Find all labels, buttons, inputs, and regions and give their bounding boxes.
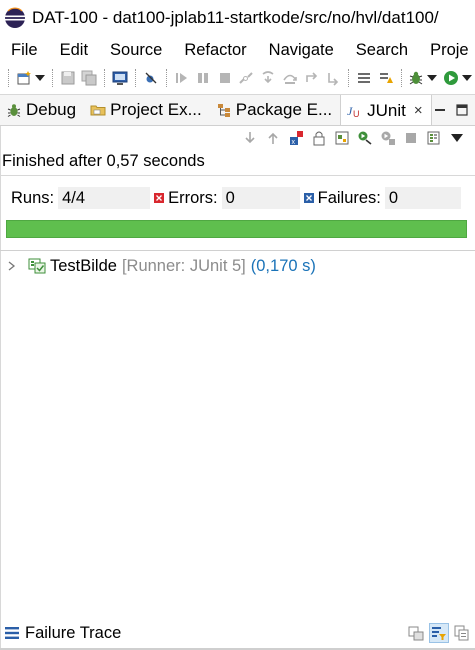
menu-refactor[interactable]: Refactor [173,41,257,60]
failure-trace-bar: Failure Trace [0,618,475,648]
main-toolbar [0,64,475,92]
toolbar-separator [134,69,136,87]
svg-text:x: x [292,139,296,146]
view-tab-strip: Debug Project Ex... Package E... JU JUni… [0,94,475,126]
errors-counter: Errors: 0 [154,187,300,209]
package-explorer-icon [216,102,232,118]
menu-source[interactable]: Source [99,41,173,60]
stop-test-run-icon[interactable] [401,128,421,148]
runs-label: Runs: [11,188,55,207]
failure-trace-label: Failure Trace [25,623,122,642]
toolbar-separator [165,69,167,87]
filter-stack-trace-icon[interactable] [429,623,449,643]
test-runner: [Runner: JUnit 5] [121,256,246,275]
failures-counter: Failures: 0 [303,187,461,209]
test-run-status: Finished after 0,57 seconds [2,152,205,170]
test-class-name: TestBilde [50,256,117,275]
menu-project[interactable]: Proje [419,41,475,60]
eclipse-logo-icon [5,7,25,28]
drop-to-frame-icon[interactable] [323,68,343,88]
resume-icon[interactable] [172,68,192,88]
suspend-icon[interactable] [193,68,213,88]
menu-file[interactable]: File [0,41,49,60]
junit-view-toolbar: x [0,127,475,149]
svg-text:U: U [353,109,360,119]
menu-search[interactable]: Search [345,41,419,60]
compare-results-icon[interactable] [406,623,426,643]
runs-value: 4/4 [58,187,151,209]
toolbar-separator [8,69,9,87]
test-counters: Runs: 4/4 Errors: 0 Failures: 0 [0,186,475,210]
menu-bar: File Edit Source Refactor Navigate Searc… [0,36,475,64]
terminate-icon[interactable] [215,68,235,88]
test-suite-ok-icon [28,258,46,274]
save-icon[interactable] [58,68,78,88]
previous-failure-icon[interactable] [263,128,283,148]
title-bar: DAT-100 - dat100-jplab11-startkode/src/n… [0,0,475,36]
close-icon[interactable]: × [414,102,423,119]
test-run-history-icon[interactable] [424,128,444,148]
show-failures-only-icon[interactable]: x [286,128,306,148]
minimize-icon[interactable] [432,100,450,120]
folder-icon [90,102,106,118]
scroll-lock-icon[interactable] [309,128,329,148]
maximize-icon[interactable] [453,100,471,120]
run-icon[interactable] [441,68,461,88]
step-filter-arrow-icon[interactable] [376,68,396,88]
rerun-test-icon[interactable] [355,128,375,148]
menu-navigate[interactable]: Navigate [258,41,345,60]
terminal-icon[interactable] [110,68,130,88]
new-wizard-icon[interactable] [14,68,34,88]
debug-icon[interactable] [407,68,427,88]
failures-label: Failures: [317,188,381,207]
menu-edit[interactable]: Edit [49,41,99,60]
window-title: DAT-100 - dat100-jplab11-startkode/src/n… [32,8,439,27]
error-icon [154,193,165,203]
test-progress-bar [6,220,467,238]
step-into-icon[interactable] [258,68,278,88]
stack-trace-icon [5,627,19,639]
tab-label-package-explorer: Package E... [235,100,333,119]
save-all-icon[interactable] [79,68,99,88]
view-menu-chevron-down-icon[interactable] [447,128,467,148]
step-return-icon[interactable] [302,68,322,88]
rerun-failed-first-icon[interactable] [378,128,398,148]
runs-counter: Runs: 4/4 [11,187,151,209]
failures-value: 0 [384,187,461,209]
debug-bug-icon [6,102,22,118]
tab-package-explorer[interactable]: Package E... [210,95,340,125]
divider [0,250,475,251]
tab-project-explorer[interactable]: Project Ex... [84,95,210,125]
test-tree-item[interactable]: TestBilde [Runner: JUnit 5] (0,170 s) [6,255,316,277]
toolbar-separator [51,69,53,87]
chevron-down-icon[interactable] [34,68,45,88]
skip-breakpoints-icon[interactable] [141,68,161,88]
toolbar-separator [104,69,106,87]
junit-icon: JU [347,103,363,119]
chevron-down-icon[interactable] [427,68,438,88]
tab-label-project-explorer: Project Ex... [110,100,202,119]
errors-value: 0 [221,187,300,209]
chevron-right-icon[interactable] [6,260,18,272]
show-skipped-tests-icon[interactable] [332,128,352,148]
copy-trace-icon[interactable] [452,623,472,643]
step-over-icon[interactable] [280,68,300,88]
toolbar-separator [348,69,350,87]
tab-junit[interactable]: JU JUnit × [340,95,432,125]
errors-label: Errors: [168,188,218,207]
use-step-filters-icon[interactable] [354,68,374,88]
toolbar-separator [400,69,402,87]
failure-icon [303,193,314,203]
tab-debug[interactable]: Debug [0,95,84,125]
divider [0,175,475,176]
tab-label-debug: Debug [26,100,77,119]
tab-label-junit: JUnit [367,100,406,120]
disconnect-icon[interactable] [237,68,257,88]
test-duration: (0,170 s) [250,256,316,275]
next-failure-icon[interactable] [240,128,260,148]
chevron-down-icon[interactable] [461,68,472,88]
